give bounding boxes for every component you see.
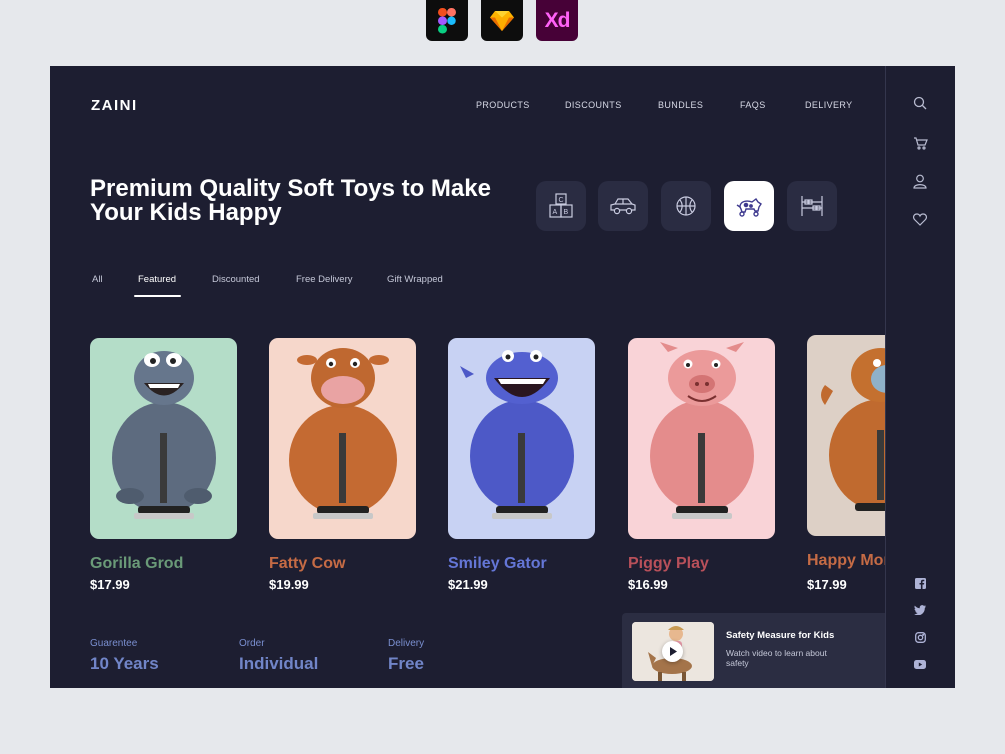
gator-toy-image: [460, 350, 574, 519]
product-price-cow: $19.99: [269, 577, 309, 592]
product-name-cow[interactable]: Fatty Cow: [269, 555, 345, 573]
category-abacus-button[interactable]: [787, 181, 837, 231]
sketch-icon: [481, 0, 523, 41]
category-balls-button[interactable]: [661, 181, 711, 231]
toy-animal-icon: [736, 197, 762, 217]
filter-featured[interactable]: Featured: [138, 274, 176, 285]
stat-value-guarantee: 10 Years: [90, 654, 159, 673]
product-name-gator[interactable]: Smiley Gator: [448, 555, 547, 573]
pig-toy-image: [650, 342, 754, 519]
safety-title: Safety Measure for Kids: [726, 630, 835, 641]
toy-car-icon: [610, 198, 636, 215]
twitter-icon[interactable]: [911, 601, 929, 619]
category-blocks-button[interactable]: C A B: [536, 181, 586, 231]
stat-label-guarantee: Guarentee: [90, 638, 138, 649]
search-icon[interactable]: [911, 94, 929, 112]
figma-icon: [426, 0, 468, 41]
product-card-gator[interactable]: [448, 338, 595, 539]
user-icon[interactable]: [911, 172, 929, 190]
product-card-pig[interactable]: [628, 338, 775, 539]
gorilla-toy-image: [112, 351, 216, 519]
facebook-icon[interactable]: [911, 574, 929, 592]
product-name-gorilla[interactable]: Gorilla Grod: [90, 555, 183, 573]
product-price-gator: $21.99: [448, 577, 488, 592]
nav-discounts[interactable]: DISCOUNTS: [565, 100, 622, 110]
svg-text:A: A: [553, 209, 558, 216]
product-card-gorilla[interactable]: [90, 338, 237, 539]
instagram-icon[interactable]: [911, 628, 929, 646]
cart-icon[interactable]: [911, 134, 929, 152]
product-price-monkey: $17.99: [807, 577, 847, 592]
filter-gift-wrapped[interactable]: Gift Wrapped: [387, 274, 443, 285]
safety-video-card[interactable]: Safety Measure for Kids Watch video to l…: [622, 613, 892, 688]
right-rail: [885, 66, 955, 688]
cow-toy-image: [289, 348, 397, 519]
filter-all[interactable]: All: [92, 274, 103, 285]
abc-blocks-icon: C A B: [549, 193, 573, 218]
active-filter-indicator: [134, 295, 181, 297]
product-card-cow[interactable]: [269, 338, 416, 539]
nav-products[interactable]: PRODUCTS: [476, 100, 530, 110]
nav-delivery[interactable]: DELIVERY: [805, 100, 853, 110]
storefront-frame: ZAINI PRODUCTS DISCOUNTS BUNDLES FAQS DE…: [50, 66, 955, 688]
adobe-xd-icon: Xd: [536, 0, 578, 41]
stat-value-delivery: Free: [388, 654, 424, 673]
abacus-icon: [801, 196, 823, 216]
stat-label-delivery: Delivery: [388, 638, 425, 649]
nav-faqs[interactable]: FAQS: [740, 100, 766, 110]
safety-description: Watch video to learn about safety: [726, 648, 827, 668]
youtube-icon[interactable]: [911, 655, 929, 673]
product-price-gorilla: $17.99: [90, 577, 130, 592]
ball-icon: [676, 196, 696, 216]
xd-label: Xd: [544, 8, 571, 32]
filter-free-delivery[interactable]: Free Delivery: [296, 274, 353, 285]
safety-video-thumbnail[interactable]: [632, 622, 714, 681]
nav-bundles[interactable]: BUNDLES: [658, 100, 703, 110]
svg-text:B: B: [564, 209, 569, 216]
filter-discounted[interactable]: Discounted: [212, 274, 260, 285]
hero-title: Premium Quality Soft Toys to Make Your K…: [90, 175, 491, 226]
stat-label-order: Order: [239, 638, 265, 649]
play-icon: [669, 647, 677, 656]
play-button[interactable]: [662, 641, 683, 662]
category-animals-button[interactable]: [724, 181, 774, 231]
product-name-pig[interactable]: Piggy Play: [628, 555, 709, 573]
svg-text:C: C: [559, 197, 564, 204]
product-price-pig: $16.99: [628, 577, 668, 592]
heart-icon[interactable]: [911, 210, 929, 228]
category-cars-button[interactable]: [598, 181, 648, 231]
stat-value-order: Individual: [239, 654, 319, 673]
brand-logo[interactable]: ZAINI: [91, 97, 138, 114]
